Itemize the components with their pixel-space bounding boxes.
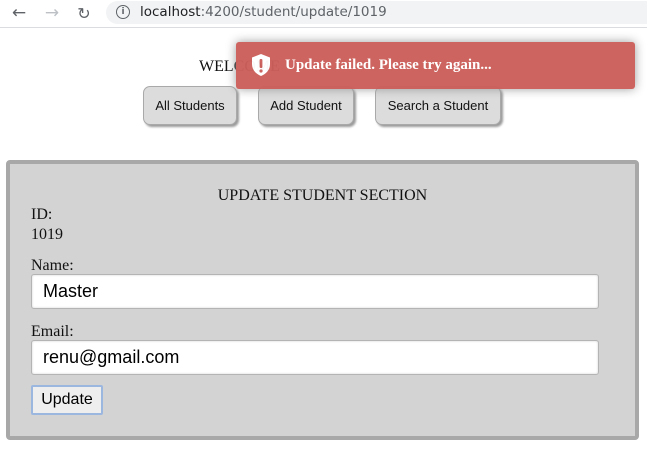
url-host: localhost [140, 4, 201, 20]
shield-alert-icon [252, 54, 270, 76]
panel-title: UPDATE STUDENT SECTION [217, 187, 428, 204]
name-input[interactable]: Master [31, 274, 599, 309]
browser-toolbar: ← → ↻ i localhost:4200/student/update/10… [0, 0, 647, 28]
toast-message: Update failed. Please try again... [285, 57, 492, 73]
add-student-button[interactable]: Add Student [258, 86, 354, 125]
update-student-panel: UPDATE STUDENT SECTION ID: 1019 Name: Ma… [6, 160, 639, 440]
info-icon[interactable]: i [116, 5, 130, 19]
back-arrow-icon[interactable]: ← [7, 2, 31, 24]
id-label: ID: [31, 206, 53, 223]
id-value: 1019 [31, 226, 63, 243]
name-label: Name: [31, 257, 74, 274]
error-toast[interactable]: Update failed. Please try again... [236, 42, 635, 89]
update-button[interactable]: Update [31, 385, 103, 415]
forward-arrow-icon[interactable]: → [40, 2, 64, 24]
url-path: :4200/student/update/1019 [200, 4, 387, 20]
search-student-button[interactable]: Search a Student [375, 86, 501, 125]
all-students-button[interactable]: All Students [143, 86, 237, 125]
email-input[interactable]: renu@gmail.com [31, 340, 599, 375]
url-text[interactable]: localhost:4200/student/update/1019 [140, 4, 387, 20]
reload-icon[interactable]: ↻ [72, 2, 96, 24]
email-label: Email: [31, 323, 74, 340]
address-bar[interactable]: i localhost:4200/student/update/1019 [106, 1, 647, 24]
